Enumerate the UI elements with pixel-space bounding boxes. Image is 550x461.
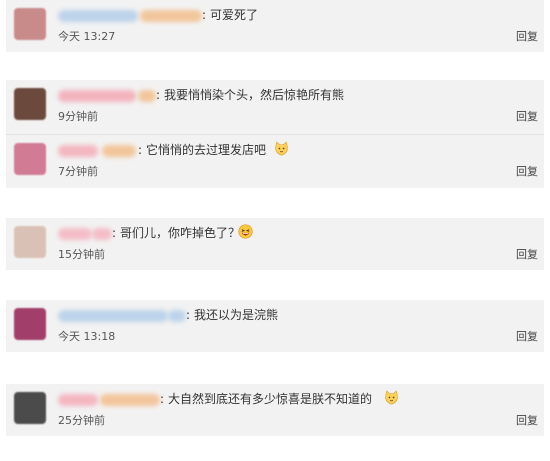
username-blurred[interactable] — [58, 228, 92, 240]
avatar[interactable] — [14, 308, 46, 340]
comment-item: : 哥们儿，你咋掉色了？ 15分钟前 回复 — [6, 218, 544, 270]
comment-time: 25分钟前 — [58, 414, 105, 427]
separator-colon: : — [202, 8, 207, 22]
username-blurred-accent — [168, 310, 186, 322]
avatar[interactable] — [14, 392, 46, 424]
cat-face-emoji — [275, 141, 288, 156]
username-blurred-accent — [102, 145, 136, 157]
comment-feed: : 可爱死了 今天 13:27 回复 : 我要悄悄染个头，然后惊艳所有熊 9分钟… — [0, 0, 550, 461]
comment-time: 15分钟前 — [58, 248, 105, 261]
username-blurred-accent — [100, 394, 160, 406]
reply-button[interactable]: 回复 — [516, 330, 538, 344]
comment-card: : 可爱死了 今天 13:27 回复 — [6, 0, 544, 52]
cat-face-emoji — [385, 390, 398, 405]
reply-button[interactable]: 回复 — [516, 414, 538, 428]
comment-time: 7分钟前 — [58, 165, 98, 178]
username-blurred[interactable] — [58, 145, 98, 157]
comment-card: : 我还以为是浣熊 今天 13:18 回复 — [6, 300, 544, 352]
comment-item: : 大自然到底还有多少惊喜是朕不知道的 25分钟前 回复 — [6, 384, 544, 436]
reply-button[interactable]: 回复 — [516, 110, 538, 124]
comment-card: : 哥们儿，你咋掉色了？ 15分钟前 回复 — [6, 218, 544, 270]
comment-text: 我要悄悄染个头，然后惊艳所有熊 — [164, 88, 345, 102]
comment-time: 今天 13:27 — [58, 30, 116, 43]
comment-text: 大自然到底还有多少惊喜是朕不知道的 — [168, 392, 373, 406]
comment-text: 可爱死了 — [210, 8, 259, 22]
separator-colon: : — [112, 226, 117, 240]
laughing-face-emoji — [238, 224, 253, 239]
comment-time: 9分钟前 — [58, 110, 98, 123]
comment-text: 它悄悄的去过理发店吧 — [146, 143, 267, 157]
comment-item: : 它悄悄的去过理发店吧 7分钟前 回复 — [6, 134, 544, 186]
comment-text: 哥们儿，你咋掉色了？ — [120, 226, 241, 240]
username-blurred[interactable] — [58, 10, 138, 22]
separator-colon: : — [160, 392, 165, 406]
comment-text: 我还以为是浣熊 — [194, 308, 279, 322]
username-blurred-accent — [140, 10, 202, 22]
avatar[interactable] — [14, 8, 46, 40]
reply-button[interactable]: 回复 — [516, 165, 538, 179]
comment-item: : 我还以为是浣熊 今天 13:18 回复 — [6, 300, 544, 352]
separator-colon: : — [138, 143, 143, 157]
comment-item: : 我要悄悄染个头，然后惊艳所有熊 9分钟前 回复 — [6, 80, 544, 132]
comment-card: : 我要悄悄染个头，然后惊艳所有熊 9分钟前 回复 : 它悄悄的去过理发店吧 7… — [6, 80, 544, 188]
separator-colon: : — [186, 308, 191, 322]
reply-button[interactable]: 回复 — [516, 248, 538, 262]
avatar[interactable] — [14, 226, 46, 258]
comment-item: : 可爱死了 今天 13:27 回复 — [6, 0, 544, 52]
comment-card: : 大自然到底还有多少惊喜是朕不知道的 25分钟前 回复 — [6, 384, 544, 436]
avatar[interactable] — [14, 143, 46, 175]
comment-time: 今天 13:18 — [58, 330, 116, 343]
separator-colon: : — [156, 88, 161, 102]
username-blurred[interactable] — [58, 394, 98, 406]
reply-button[interactable]: 回复 — [516, 30, 538, 44]
username-blurred[interactable] — [58, 310, 168, 322]
username-blurred[interactable] — [58, 90, 136, 102]
avatar[interactable] — [14, 88, 46, 120]
username-blurred-accent — [92, 228, 112, 240]
username-blurred-accent — [138, 90, 156, 102]
